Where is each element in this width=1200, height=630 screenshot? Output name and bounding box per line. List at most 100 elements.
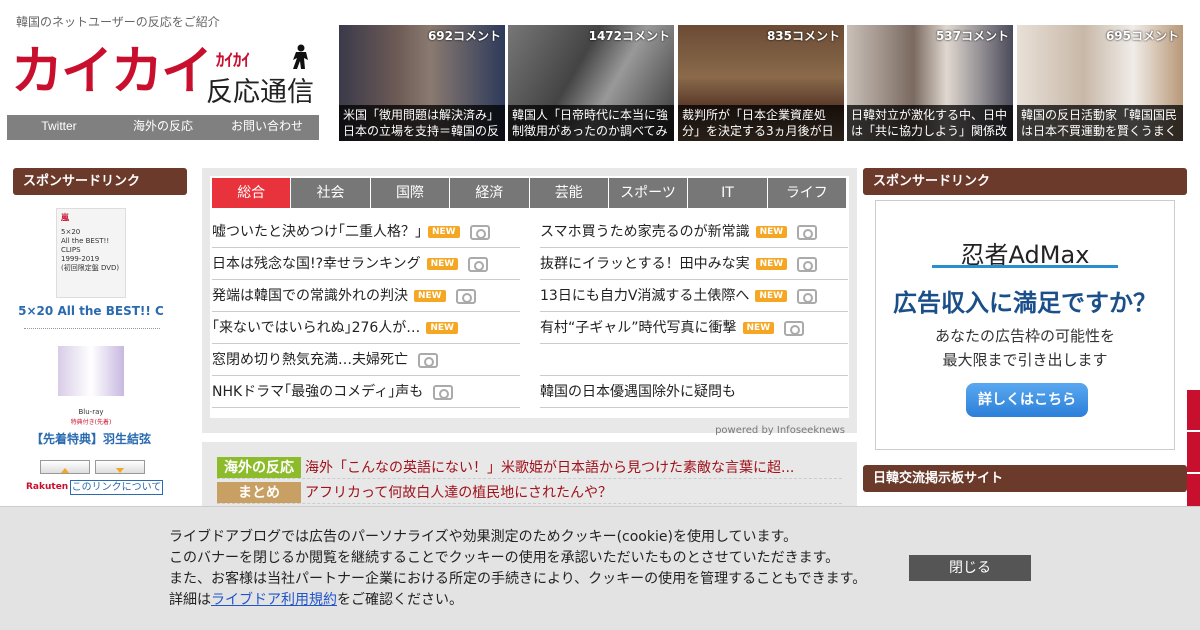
ad-brand-underline: [932, 265, 1118, 268]
product-cover-line: 嵐: [61, 213, 69, 222]
side-tab[interactable]: [1187, 390, 1200, 430]
news-item[interactable]: スマホ買うため家売るのが新常識 NEW: [540, 216, 848, 248]
mascot-figure-icon: [293, 44, 308, 69]
news-headline[interactable]: スマホ買うため家売るのが新常識: [540, 224, 750, 240]
featured-article-5[interactable]: 695コメント 韓国の反日活動家「韓国国民は日本不買運動を賢くうまく: [1017, 25, 1183, 141]
news-headline[interactable]: ｢来ないではいられぬ｣276人が…: [212, 320, 420, 336]
news-item[interactable]: 日本は残念な国!?幸せランキング NEW: [212, 248, 520, 280]
blog-row[interactable]: まとめ アフリカって何故白人達の植民地にされたんや？: [217, 482, 842, 504]
ad-details-button[interactable]: 詳しくはこちら: [966, 383, 1088, 417]
featured-article-1[interactable]: 692コメント 米国「徴用問題は解決済み」日本の立場を支持＝韓国の反: [339, 25, 505, 141]
new-badge: NEW: [426, 258, 459, 270]
news-item[interactable]: 13日にも自力V消滅する土俵際へ NEW: [540, 280, 848, 312]
comment-count: 537コメント: [935, 29, 1009, 43]
site-tagline: 韓国のネットユーザーの反応をご紹介: [16, 15, 220, 29]
nav-overseas-reactions[interactable]: 海外の反応: [111, 115, 215, 140]
divider: [24, 328, 160, 329]
tab-life[interactable]: ライフ: [767, 178, 846, 208]
tab-entertainment[interactable]: 芸能: [529, 178, 608, 208]
terms-link[interactable]: ライブドア利用規約: [211, 592, 337, 608]
article-caption: 米国「徴用問題は解決済み」日本の立場を支持＝韓国の反: [339, 105, 505, 141]
comment-count: 695コメント: [1105, 29, 1179, 43]
blog-category-label: 海外の反応: [217, 457, 301, 478]
ad-headline: 広告収入に満足ですか？: [893, 289, 1157, 317]
news-item[interactable]: 韓国の日本優遇国除外に疑問も: [540, 376, 848, 408]
product-cover-1[interactable]: 嵐 5×20 All the BEST!! CLIPS 1999-2019 (初…: [56, 208, 126, 298]
camera-icon: [468, 256, 489, 272]
news-headline[interactable]: NHKドラマ｢最強のコメディ｣声も: [212, 384, 423, 400]
news-item[interactable]: 窓閉め切り熱気充満…夫婦死亡: [212, 344, 520, 376]
news-item[interactable]: NHKドラマ｢最強のコメディ｣声も: [212, 376, 520, 408]
article-caption: 韓国人「日帝時代に本当に強制徴用があったのか調べてみ: [508, 105, 674, 141]
blog-category-label: まとめ: [217, 482, 301, 503]
tab-economy[interactable]: 経済: [450, 178, 529, 208]
product-cover-2[interactable]: [58, 346, 124, 396]
side-tab[interactable]: [1187, 474, 1200, 506]
news-headline[interactable]: 有村“子ギャル”時代写真に衝撃: [540, 320, 737, 336]
camera-icon: [784, 320, 805, 336]
new-badge: NEW: [755, 226, 788, 238]
blog-row-link[interactable]: アフリカって何故白人達の植民地にされたんや？: [305, 485, 612, 501]
admax-ad[interactable]: 忍者AdMax 広告収入に満足ですか？ あなたの広告枠の可能性を 最大限まで引き…: [875, 200, 1175, 450]
comment-count: 1472コメント: [588, 29, 670, 43]
product-cover-line: 5×20: [61, 228, 81, 236]
tab-general[interactable]: 総合: [212, 178, 291, 208]
product-link-1[interactable]: 5×20 All the BEST!! C: [13, 304, 169, 318]
news-headline[interactable]: 発端は韓国での常識外れの判決: [212, 288, 408, 304]
blog-row[interactable]: 海外の反応 海外「こんなの英語にない！」米歌姫が日本語から見つけた素敵な言葉に超.…: [217, 457, 842, 479]
news-headline[interactable]: 日本は残念な国!?幸せランキング: [212, 256, 421, 272]
news-headline[interactable]: 窓閉め切り熱気充満…夫婦死亡: [212, 352, 408, 368]
news-headline[interactable]: 抜群にイラッとする！田中みな実: [540, 256, 750, 272]
news-item[interactable]: 抜群にイラッとする！田中みな実 NEW: [540, 248, 848, 280]
news-item[interactable]: ｢来ないではいられぬ｣276人が… NEW: [212, 312, 520, 344]
new-badge: NEW: [755, 290, 788, 302]
product-link-2[interactable]: 【先着特典】羽生結弦: [13, 430, 169, 447]
article-caption: 裁判所が「日本企業資産処分」を決定する3ヵ月後が日: [678, 105, 844, 141]
news-item[interactable]: 有村“子ギャル”時代写真に衝撃 NEW: [540, 312, 848, 344]
side-tab[interactable]: [1187, 432, 1200, 472]
news-headline[interactable]: 韓国の日本優遇国除外に疑問も: [540, 384, 736, 400]
camera-icon: [433, 384, 454, 400]
category-tabs: 総合 社会 国際 経済 芸能 スポーツ IT ライフ: [212, 178, 847, 208]
new-badge: NEW: [742, 322, 775, 334]
nav-twitter[interactable]: Twitter: [7, 115, 111, 140]
site-logo-subtitle: 反応通信: [206, 77, 314, 108]
news-item[interactable]: 発端は韓国での常識外れの判決 NEW: [212, 280, 520, 312]
featured-article-2[interactable]: 1472コメント 韓国人「日帝時代に本当に強制徴用があったのか調べてみ: [508, 25, 674, 141]
news-headline[interactable]: 13日にも自力V消滅する土俵際へ: [540, 288, 749, 304]
new-badge: NEW: [426, 322, 458, 334]
tab-sports[interactable]: スポーツ: [608, 178, 688, 208]
news-headline[interactable]: 嘘ついたと決めつけ｢二重人格？｣: [212, 224, 422, 240]
arrow-up-icon: [61, 468, 69, 473]
product-small-label: 特典付き(先着): [70, 419, 112, 426]
scroll-down-button[interactable]: [95, 460, 145, 474]
product-small-label: Blu-ray: [78, 408, 104, 416]
product-cover-line: 1999-2019: [61, 255, 100, 263]
featured-article-4[interactable]: 537コメント 日韓対立が激化する中、日中は「共に協力しよう」関係改: [847, 25, 1013, 141]
cookie-text-line: ライブドアブログでは広告のパーソナライズや効果測定のためクッキー(cookie)…: [169, 529, 798, 545]
new-badge: NEW: [428, 226, 460, 238]
blog-feed-box: 海外の反応 海外「こんなの英語にない！」米歌姫が日本語から見つけた素敵な言葉に超.…: [202, 442, 857, 512]
cookie-text-line: また、お客様は当社パートナー企業における所定の手続きにより、クッキーの使用を管理…: [169, 571, 867, 587]
cookie-text: をご確認ください。: [337, 592, 463, 608]
right-sponsored-heading: スポンサードリンク: [863, 168, 1187, 195]
tab-international[interactable]: 国際: [370, 178, 450, 208]
camera-icon: [797, 224, 818, 240]
scroll-up-button[interactable]: [40, 460, 90, 474]
site-logo[interactable]: カイカイ: [11, 42, 213, 102]
camera-icon: [797, 288, 818, 304]
tab-society[interactable]: 社会: [291, 178, 370, 208]
featured-article-3[interactable]: 835コメント 裁判所が「日本企業資産処分」を決定する3ヵ月後が日: [678, 25, 844, 141]
product-cover-line: CLIPS: [61, 246, 81, 254]
ad-body-line: 最大限まで引き出します: [942, 351, 1108, 369]
nav-contact[interactable]: お問い合わせ: [215, 115, 319, 140]
cookie-close-button[interactable]: 閉じる: [909, 555, 1031, 581]
about-this-link[interactable]: このリンクについて: [70, 480, 163, 495]
left-sponsored-heading: スポンサードリンク: [13, 168, 187, 195]
tab-it[interactable]: IT: [688, 178, 767, 208]
product-cover-line: (初回限定盤 DVD): [61, 264, 120, 272]
exchange-board-heading: 日韓交流掲示板サイト: [863, 465, 1187, 492]
news-item[interactable]: 嘘ついたと決めつけ｢二重人格？｣ NEW: [212, 216, 520, 248]
blog-row-link[interactable]: 海外「こんなの英語にない！」米歌姫が日本語から見つけた素敵な言葉に超...: [305, 460, 794, 476]
news-item: [540, 344, 848, 376]
